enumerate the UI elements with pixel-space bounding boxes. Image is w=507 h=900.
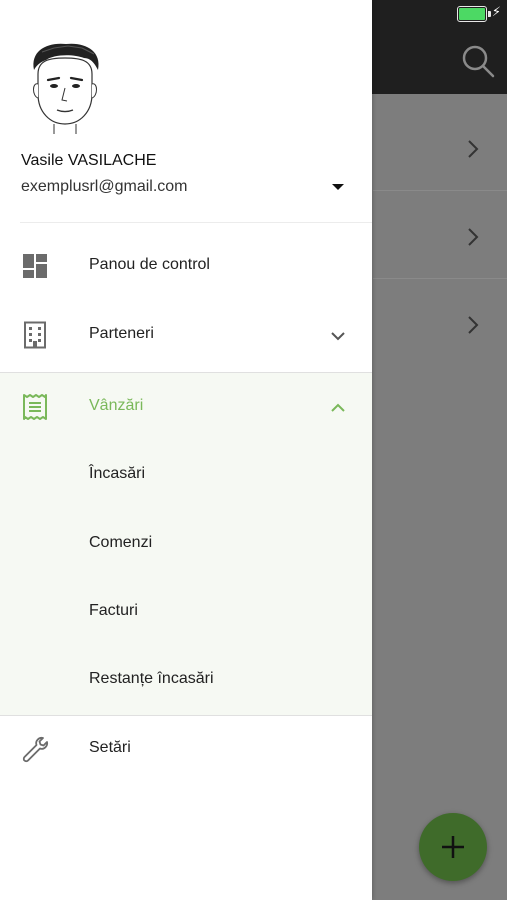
nav-item-label: Vânzări [89, 397, 144, 414]
plus-icon [442, 836, 464, 858]
sub-item-invoices[interactable]: Facturi [0, 578, 372, 646]
sales-section: Vânzări Încasări Comenzi Facturi Restanț… [0, 372, 372, 716]
charging-bolt-icon: ⚡ [491, 5, 501, 20]
navigation-drawer: Vasile VASILACHE exemplusrl@gmail.com Pa… [0, 0, 372, 900]
header-divider [20, 222, 372, 223]
chevron-right-icon[interactable] [462, 226, 484, 248]
nav-item-label: Setări [89, 739, 131, 756]
chevron-up-icon[interactable] [328, 398, 348, 418]
building-icon [24, 321, 46, 349]
sub-item-label: Comenzi [89, 534, 153, 551]
list-divider [373, 190, 507, 191]
add-button[interactable] [419, 813, 487, 881]
chevron-down-icon[interactable] [328, 326, 348, 346]
nav-item-label: Parteneri [89, 325, 154, 342]
sub-item-receipts[interactable]: Încasări [0, 441, 372, 509]
nav-item-sales[interactable]: Vânzări [0, 373, 372, 441]
user-name: Vasile VASILACHE [21, 152, 157, 169]
chevron-right-icon[interactable] [462, 138, 484, 160]
chevron-right-icon[interactable] [462, 314, 484, 336]
sub-item-orders[interactable]: Comenzi [0, 510, 372, 578]
wrench-icon [22, 736, 49, 763]
sub-item-overdue-receipts[interactable]: Restanțe încasări [0, 646, 372, 714]
sub-item-label: Facturi [89, 602, 138, 619]
receipt-icon [23, 394, 47, 420]
dashboard-icon [23, 254, 47, 278]
search-icon[interactable] [460, 43, 496, 79]
avatar[interactable] [24, 40, 106, 134]
caret-down-icon[interactable] [328, 180, 348, 194]
nav-item-partners[interactable]: Parteneri [0, 301, 372, 369]
user-email: exemplusrl@gmail.com [21, 178, 188, 195]
battery-charging-icon [457, 6, 491, 22]
list-divider [373, 278, 507, 279]
nav-item-dashboard[interactable]: Panou de control [0, 232, 372, 300]
sub-item-label: Restanțe încasări [89, 670, 214, 687]
nav-item-settings[interactable]: Setări [0, 715, 372, 783]
nav-item-label: Panou de control [89, 256, 210, 273]
sub-item-label: Încasări [89, 465, 146, 482]
